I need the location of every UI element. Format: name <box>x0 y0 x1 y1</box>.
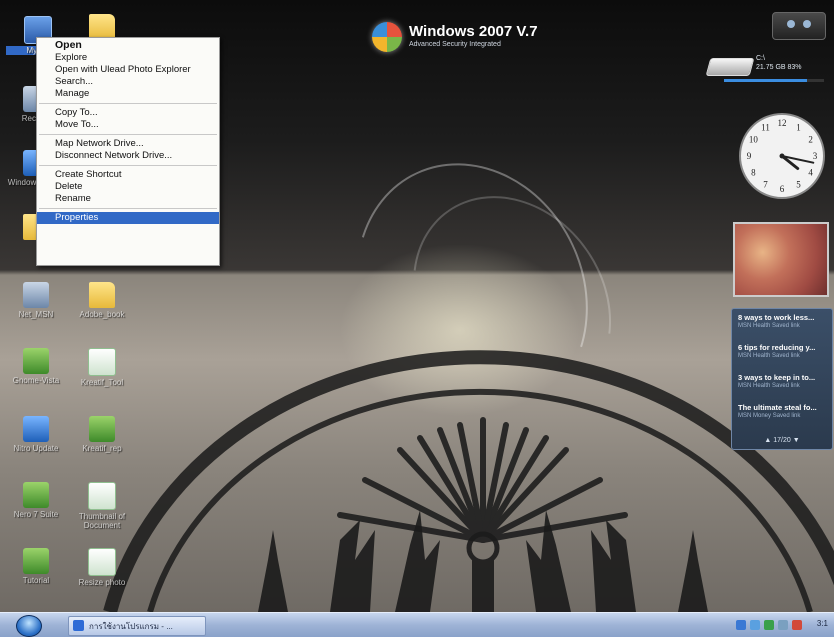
feed-item-title: 6 tips for reducing y... <box>738 343 816 352</box>
slideshow-gadget[interactable] <box>733 222 829 297</box>
menu-item-copy-to[interactable]: Copy To... <box>37 107 219 119</box>
feed-item-title: The ultimate steal fo... <box>738 403 817 412</box>
feed-item-title: 8 ways to work less... <box>738 313 815 322</box>
clock-numeral: 7 <box>763 180 768 190</box>
menu-item-disconnect-network-drive[interactable]: Disconnect Network Drive... <box>37 150 219 162</box>
feed-pager[interactable]: ▲ 17/20 ▼ <box>732 437 832 444</box>
menu-item-open-with-ulead-photo-explorer[interactable]: Open with Ulead Photo Explorer <box>37 64 219 76</box>
sidebar-controls[interactable] <box>772 12 826 40</box>
clock-numeral: 2 <box>808 135 813 145</box>
feed-item-source: MSN Health Saved link <box>738 323 800 329</box>
app-icon <box>23 482 49 508</box>
desktop-icon-nitro-update[interactable]: Nitro Update <box>4 416 68 453</box>
clock-numeral: 3 <box>813 151 818 161</box>
menu-item-move-to[interactable]: Move To... <box>37 119 219 131</box>
taskbar-window-label: การใช้งานโปรแกรม - ... <box>89 622 173 631</box>
clock-numeral: 5 <box>796 180 801 190</box>
antivirus-tray-icon[interactable] <box>792 620 802 630</box>
taskbar[interactable]: การใช้งานโปรแกรม - ... 3:1 <box>0 612 834 637</box>
clock-numeral: 6 <box>780 184 785 194</box>
clock-numeral: 8 <box>751 168 756 178</box>
desktop-icon-nero-suite[interactable]: Nero 7 Suite <box>4 482 68 519</box>
desktop-icon-resize-photo[interactable]: Resize photo <box>70 548 134 587</box>
banner-subtitle: Advanced Security Integrated <box>409 41 501 48</box>
desktop-icon-tutorial[interactable]: Tutorial <box>4 548 68 585</box>
app-icon <box>23 348 49 374</box>
clock-numeral: 1 <box>796 122 801 132</box>
desktop[interactable]: My Co Recycle Windows Media Net_MSN Gnom… <box>0 0 834 612</box>
clock-numeral: 12 <box>778 118 787 128</box>
sidebar-menu-icon[interactable] <box>803 20 811 28</box>
clock-numeral: 4 <box>808 168 813 178</box>
menu-item-open[interactable]: Open <box>37 38 219 52</box>
menu-item-delete[interactable]: Delete <box>37 181 219 193</box>
menu-item-create-shortcut[interactable]: Create Shortcut <box>37 169 219 181</box>
menu-item-rename[interactable]: Rename <box>37 193 219 205</box>
drive-letter: C:\ <box>756 55 765 62</box>
feed-headlines-gadget[interactable]: 8 ways to work less... MSN Health Saved … <box>731 308 833 450</box>
clock-gadget[interactable]: 1234567891011 12 <box>736 110 828 202</box>
volume-tray-icon[interactable] <box>750 620 760 630</box>
messenger-tray-icon[interactable] <box>778 620 788 630</box>
desktop-icon-thumbnail-document[interactable]: Thumbnail of Document <box>70 482 134 530</box>
desktop-icon-kreatif-tool[interactable]: Kreatif_Tool <box>70 348 134 387</box>
drive-usage: 21.75 GB 83% <box>756 64 802 71</box>
feed-item-title: 3 ways to keep in to... <box>738 373 816 382</box>
network-icon <box>23 282 49 308</box>
context-menu[interactable]: Open Explore Open with Ulead Photo Explore… <box>36 37 220 266</box>
desktop-icon-adobe-book[interactable]: Adobe_book <box>70 282 134 319</box>
menu-item-map-network-drive[interactable]: Map Network Drive... <box>37 138 219 150</box>
taskbar-window-button[interactable]: การใช้งานโปรแกรม - ... <box>68 616 206 636</box>
folder-icon <box>89 282 115 308</box>
menu-separator <box>39 165 217 166</box>
menu-item-search[interactable]: Search... <box>37 76 219 88</box>
feed-item[interactable]: The ultimate steal fo... MSN Money Saved… <box>732 399 832 429</box>
hard-drive-icon <box>705 58 755 76</box>
start-button[interactable] <box>16 615 42 637</box>
windows-logo-icon <box>372 22 402 52</box>
drive-info: C:\ 21.75 GB 83% <box>756 54 802 72</box>
menu-separator <box>39 103 217 104</box>
app-icon <box>23 416 49 442</box>
desktop-icon-gnome-vista[interactable]: Gnome-Vista <box>4 348 68 385</box>
feed-item[interactable]: 8 ways to work less... MSN Health Saved … <box>732 309 832 339</box>
app-icon <box>23 548 49 574</box>
menu-separator <box>39 134 217 135</box>
drive-meter-gadget[interactable]: C:\ 21.75 GB 83% <box>705 52 826 88</box>
drive-usage-fill <box>724 79 807 82</box>
taskbar-clock[interactable]: 3:1 <box>817 619 828 628</box>
menu-separator <box>39 208 217 209</box>
drive-usage-bar <box>724 79 824 82</box>
feed-item-source: MSN Money Saved link <box>738 413 801 419</box>
app-icon <box>89 416 115 442</box>
banner-title: Windows 2007 V.7 <box>409 23 538 40</box>
window-app-icon <box>73 620 84 631</box>
security-tray-icon[interactable] <box>764 620 774 630</box>
feed-item[interactable]: 6 tips for reducing y... MSN Health Save… <box>732 339 832 369</box>
menu-item-explore[interactable]: Explore <box>37 52 219 64</box>
system-tray[interactable]: 3:1 <box>730 615 832 635</box>
doc-icon <box>88 482 116 510</box>
menu-item-manage[interactable]: Manage <box>37 88 219 100</box>
clock-center <box>779 153 785 159</box>
desktop-icon-net-msn[interactable]: Net_MSN <box>4 282 68 319</box>
doc-icon <box>88 348 116 376</box>
doc-icon <box>88 548 116 576</box>
desktop-icon-kreatif-rep[interactable]: Kreatif_rep <box>70 416 134 453</box>
network-tray-icon[interactable] <box>736 620 746 630</box>
clock-numeral: 9 <box>747 151 752 161</box>
clock-numeral: 10 <box>749 135 759 145</box>
feed-item-source: MSN Health Saved link <box>738 353 800 359</box>
clock-numeral: 11 <box>761 122 770 132</box>
feed-item[interactable]: 3 ways to keep in to... MSN Health Saved… <box>732 369 832 399</box>
sidebar-add-icon[interactable] <box>787 20 795 28</box>
feed-item-source: MSN Health Saved link <box>738 383 800 389</box>
menu-item-properties[interactable]: Properties <box>37 212 219 224</box>
